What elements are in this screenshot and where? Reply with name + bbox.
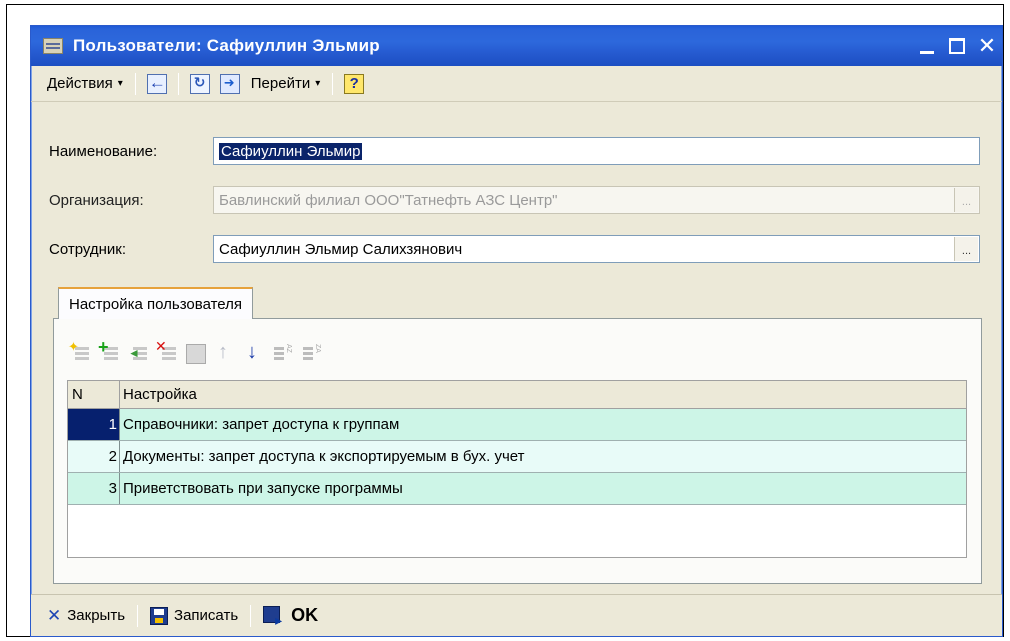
move-down-icon[interactable] [244,341,264,364]
organization-field: Бавлинский филиал ООО"Татнефть АЗС Центр… [213,186,980,214]
name-label: Наименование: [49,142,158,160]
title-bar[interactable]: Пользователи: Сафиуллин Эльмир ✕ [31,26,1002,66]
row-setting: Справочники: запрет доступа к группам [123,416,400,433]
name-value: Сафиуллин Эльмир [219,142,363,160]
save-icon [150,606,169,625]
close-window-button[interactable]: ✕ [972,32,1002,60]
help-icon[interactable]: ? [344,73,365,94]
close-button[interactable]: ✕ Закрыть [41,606,131,626]
sort-descending-icon[interactable] [302,344,322,364]
move-up-icon[interactable] [215,341,235,364]
organization-value: Бавлинский филиал ООО"Татнефть АЗС Центр… [219,191,558,209]
chevron-down-icon: ▾ [315,78,321,89]
end-edit-icon[interactable] [186,344,206,364]
goto-menu-label: Перейти [250,75,311,92]
add-subrow-icon[interactable] [98,337,119,364]
settings-toolbar [68,337,322,367]
organization-row: Организация: Бавлинский филиал ООО"Татне… [49,186,980,214]
row-number: 1 [68,409,120,440]
employee-select-button[interactable]: ... [954,237,978,261]
toolbar-separator [137,604,139,627]
user-settings-panel: N Настройка 1 Справочники: запрет доступ… [53,318,982,584]
chevron-down-icon: ▾ [117,78,123,89]
toolbar-separator [250,604,252,627]
tab-user-settings[interactable]: Настройка пользователя [58,287,253,319]
table-row[interactable]: 2 Документы: запрет доступа к экспортиру… [68,441,966,473]
close-icon: ✕ [47,605,62,625]
employee-row: Сотрудник: Сафиуллин Эльмир Салихзянович… [49,235,980,263]
actions-menu-label: Действия [47,75,113,92]
refresh-icon[interactable] [189,73,210,94]
ok-button[interactable]: OK [257,605,324,629]
maximize-button[interactable] [942,32,972,60]
employee-value: Сафиуллин Эльмир Салихзянович [219,240,463,258]
settings-table[interactable]: N Настройка 1 Справочники: запрет доступ… [67,380,967,558]
table-row[interactable]: 1 Справочники: запрет доступа к группам [68,409,966,441]
minimize-icon [920,50,934,54]
save-label: Записать [174,607,239,624]
organization-label: Организация: [49,191,144,209]
minimize-button[interactable] [912,32,942,60]
select-back-icon[interactable] [146,73,167,94]
ok-label: OK [291,605,319,625]
move-to-group-icon[interactable] [128,344,148,364]
user-form-window: Пользователи: Сафиуллин Эльмир ✕ Действи… [30,25,1003,637]
employee-field[interactable]: Сафиуллин Эльмир Салихзянович ... [213,235,980,263]
toolbar-separator [177,72,179,95]
window-title: Пользователи: Сафиуллин Эльмир [73,36,380,55]
name-field[interactable]: Сафиуллин Эльмир [213,137,980,165]
add-row-icon[interactable] [68,339,90,364]
column-header-n[interactable]: N [68,381,120,408]
save-and-close-icon [263,605,285,629]
table-header: N Настройка [68,381,966,409]
name-row: Наименование: Сафиуллин Эльмир [49,137,980,165]
row-number: 2 [68,441,120,472]
form-window-icon [43,38,63,54]
row-number: 3 [68,473,120,504]
employee-label: Сотрудник: [49,240,127,258]
organization-select-button: ... [954,188,978,212]
row-setting: Приветствовать при запуске программы [123,480,403,497]
bottom-command-bar: ✕ Закрыть Записать OK [31,594,1002,636]
save-button[interactable]: Записать [144,606,244,625]
goto-icon[interactable] [219,73,240,94]
sort-ascending-icon[interactable] [273,344,293,364]
column-header-setting[interactable]: Настройка [120,381,966,408]
toolbar-separator [332,72,334,95]
delete-row-icon[interactable] [155,338,177,364]
goto-menu-button[interactable]: Перейти ▾ [245,75,326,92]
row-setting: Документы: запрет доступа к экспортируем… [123,448,525,465]
close-label: Закрыть [67,607,126,624]
toolbar-separator [134,72,136,95]
command-bar: Действия ▾ Перейти ▾ ? [31,66,1002,102]
table-row[interactable]: 3 Приветствовать при запуске программы [68,473,966,505]
maximize-icon [949,38,965,54]
actions-menu-button[interactable]: Действия ▾ [41,75,129,92]
